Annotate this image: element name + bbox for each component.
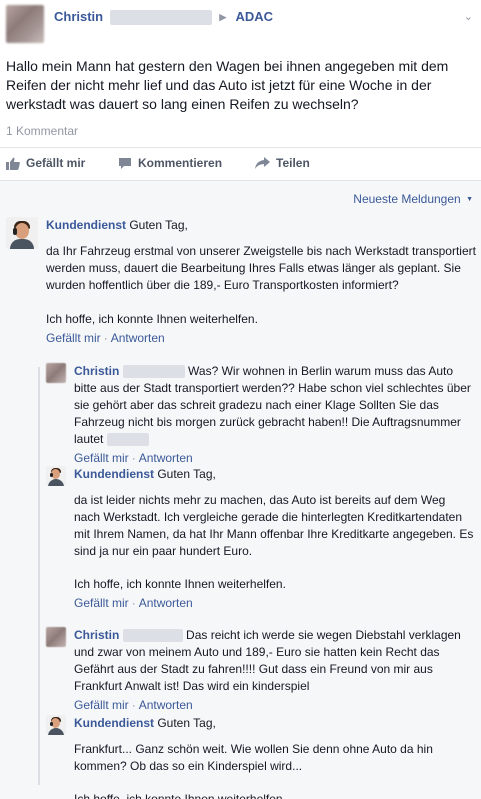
post-text: Hallo mein Mann hat gestern den Wagen be… (6, 58, 449, 112)
like-button[interactable]: Gefällt mir (6, 156, 85, 170)
share-button-label: Teilen (276, 156, 310, 170)
reply-actions: Gefällt mir · Antworten (74, 698, 193, 712)
reply-text: Ich hoffe, ich konnte Ihnen weiterhelfen… (74, 792, 286, 799)
reply-greeting: Guten Tag, (157, 467, 216, 481)
sort-label: Neueste Meldungen (353, 192, 461, 206)
poster-line: Christin ▶ ADAC (54, 9, 273, 26)
post-header: Christin ▶ ADAC ⌄ (0, 0, 481, 52)
reply-greeting: Guten Tag, (157, 716, 216, 730)
comment-like-link[interactable]: Gefällt mir (46, 331, 101, 345)
reply-author-link[interactable]: Christin (74, 364, 119, 378)
reply-like-link[interactable]: Gefällt mir (74, 596, 129, 610)
page-link[interactable]: ADAC (235, 9, 273, 24)
reply-thread-line (38, 367, 40, 785)
reply-like-link[interactable]: Gefällt mir (74, 451, 129, 465)
reply-actions: Gefällt mir · Antworten (74, 451, 193, 465)
sort-dropdown[interactable]: Neueste Meldungen ▼ (353, 192, 473, 206)
comment-text: da Ihr Fahrzeug erstmal von unserer Zwei… (46, 244, 476, 292)
comment-button-label: Kommentieren (138, 156, 223, 170)
share-icon (255, 157, 270, 169)
arrow-right-icon: ▶ (219, 12, 227, 22)
comment-author-link[interactable]: Kundendienst (46, 218, 126, 232)
comment-actions: Gefällt mir · Antworten (46, 331, 165, 345)
chevron-down-icon[interactable]: ⌄ (464, 10, 473, 23)
avatar[interactable] (46, 363, 66, 383)
reply-reply-link[interactable]: Antworten (139, 451, 193, 465)
comment-text: Ich hoffe, ich konnte Ihnen weiterhelfen… (46, 312, 258, 326)
share-button[interactable]: Teilen (255, 156, 310, 170)
comments-section: Neueste Meldungen ▼ Kundendienst Guten T… (0, 180, 481, 799)
reply-like-link[interactable]: Gefällt mir (74, 698, 129, 712)
avatar[interactable] (6, 5, 44, 43)
redacted-surname (122, 629, 183, 643)
avatar[interactable] (46, 466, 66, 486)
reply-reply-link[interactable]: Antworten (139, 596, 193, 610)
avatar[interactable] (6, 217, 38, 249)
comment-button[interactable]: Kommentieren (118, 156, 222, 170)
avatar[interactable] (46, 627, 66, 647)
reply-reply-link[interactable]: Antworten (139, 698, 193, 712)
redacted-surname (109, 10, 212, 26)
redacted-order-number (106, 433, 149, 447)
reply-text: Ich hoffe, ich konnte Ihnen weiterhelfen… (74, 577, 286, 591)
thumbs-up-icon (6, 157, 20, 170)
like-button-label: Gefällt mir (26, 156, 86, 170)
comment-count-link[interactable]: 1 Kommentar (6, 124, 78, 138)
caret-down-icon: ▼ (466, 196, 473, 203)
avatar[interactable] (46, 715, 66, 735)
reply-text: Frankfurt... Ganz schön weit. Wie wollen… (74, 742, 433, 773)
comment-greeting: Guten Tag, (129, 218, 188, 232)
post-author-link[interactable]: Christin (54, 9, 103, 24)
reply-text: da ist leider nichts mehr zu machen, das… (74, 493, 474, 558)
redacted-surname (122, 365, 185, 379)
comment-icon (119, 157, 131, 169)
reply-author-link[interactable]: Christin (74, 628, 119, 642)
reply-actions: Gefällt mir · Antworten (74, 596, 193, 610)
action-bar: Gefällt mir Kommentieren Teilen (0, 147, 481, 179)
reply-author-link[interactable]: Kundendienst (74, 716, 154, 730)
comment-reply-link[interactable]: Antworten (111, 331, 165, 345)
reply-author-link[interactable]: Kundendienst (74, 467, 154, 481)
